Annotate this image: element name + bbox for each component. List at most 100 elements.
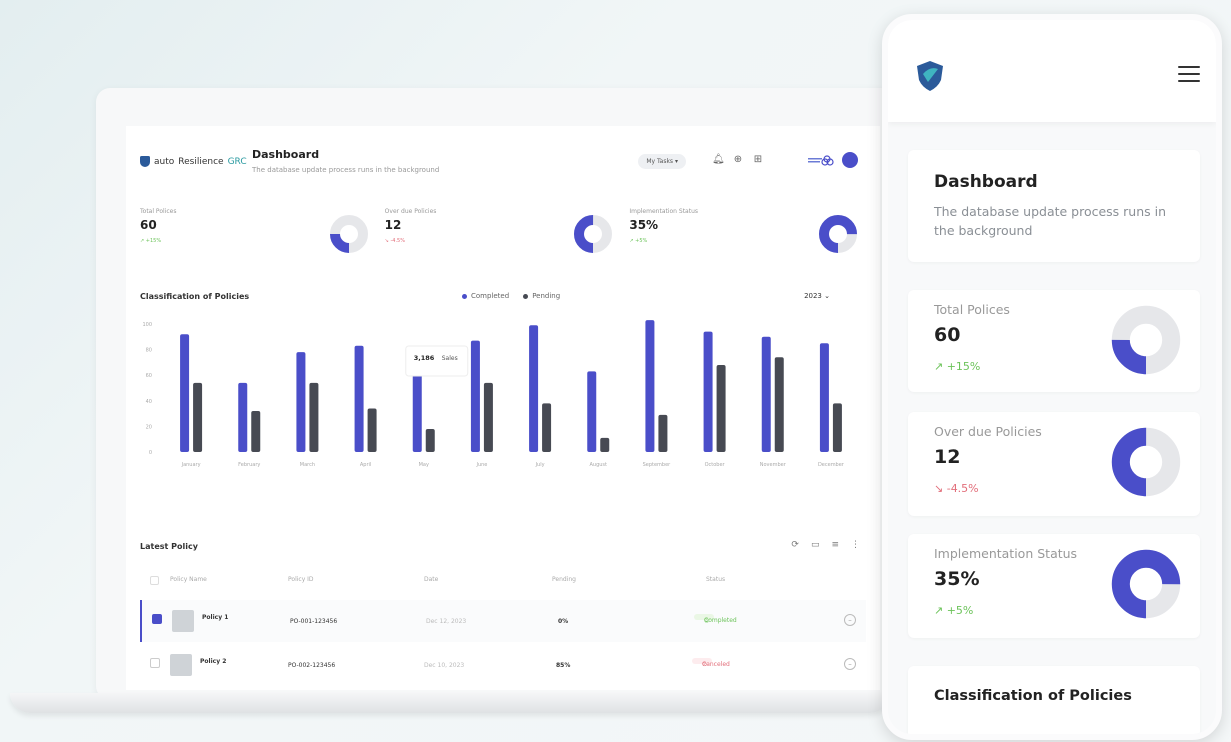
col-pending[interactable]: Pending (552, 576, 576, 583)
mobile-stat-implementation-status[interactable]: Implementation Status 35% ↗ +5% (908, 534, 1200, 638)
more-options-icon[interactable]: – (844, 658, 856, 670)
legend-label: Completed (471, 292, 510, 300)
hamburger-menu-icon[interactable] (1178, 66, 1200, 87)
globe-icon[interactable]: ⊕ (732, 154, 744, 166)
bar-completed[interactable] (296, 352, 306, 452)
col-policy-name[interactable]: Policy Name (170, 576, 207, 583)
bar-pending[interactable] (600, 437, 610, 452)
filter-icon[interactable]: ≡ (831, 540, 839, 550)
bar-pending[interactable] (832, 403, 842, 452)
y-tick-label: 80 (146, 348, 152, 354)
bar-completed[interactable] (354, 345, 364, 452)
bar-completed[interactable] (645, 320, 655, 452)
bar-completed[interactable] (470, 340, 480, 452)
grid-icon[interactable]: ⊞ (752, 154, 764, 166)
col-date[interactable]: Date (424, 576, 438, 583)
stat-value: 12 (934, 446, 961, 468)
policy-date: Dec 10, 2023 (424, 662, 465, 669)
bar-pending[interactable] (774, 357, 784, 452)
legend-pending[interactable]: Pending (523, 292, 560, 300)
bar-completed[interactable] (180, 334, 190, 452)
policy-thumbnail (172, 610, 194, 632)
avatar[interactable] (842, 152, 858, 168)
bar-completed[interactable] (238, 382, 248, 452)
bar-pending[interactable] (251, 411, 261, 452)
col-policy-id[interactable]: Policy ID (288, 576, 314, 583)
col-status[interactable]: Status (706, 576, 725, 583)
tooltip-unit: Sales (442, 355, 458, 362)
donut-chart (819, 215, 858, 253)
donut-chart (329, 215, 368, 253)
my-tasks-button[interactable]: My Tasks ▾ (638, 154, 686, 169)
more-vertical-icon[interactable]: ⋮ (851, 540, 860, 550)
stat-change-value: -4.5% (390, 238, 405, 244)
trend-up-icon: ↗ (629, 238, 634, 244)
status-label: Completed (704, 617, 737, 624)
y-tick-label: 100 (142, 322, 152, 328)
bar-completed[interactable] (587, 371, 597, 452)
bar-pending[interactable] (542, 403, 552, 452)
x-tick-label: January (181, 462, 201, 468)
table-header: Policy Name Policy ID Date Pending Statu… (140, 576, 866, 590)
row-checkbox[interactable] (152, 614, 162, 624)
bar-completed[interactable] (819, 343, 829, 452)
x-tick-label: December (818, 462, 845, 468)
bar-completed[interactable] (412, 372, 422, 452)
bar-pending[interactable] (193, 382, 203, 452)
legend-dot (462, 293, 467, 299)
bell-icon[interactable]: 🔔︎ (712, 154, 725, 166)
table-title: Latest Policy (140, 542, 198, 551)
donut-chart (1111, 305, 1181, 375)
mobile-stat-total-policies[interactable]: Total Polices 60 ↗ +15% (908, 290, 1200, 392)
policy-date: Dec 12, 2023 (426, 618, 467, 625)
select-all-checkbox[interactable] (150, 576, 159, 585)
mobile-header (888, 20, 1216, 122)
donut-chart (1111, 427, 1181, 497)
mobile-section-title: Classification of Policies (934, 688, 1132, 704)
bar-pending[interactable] (367, 408, 377, 452)
stat-change: ↘ -4.5% (934, 482, 979, 495)
legend-completed[interactable]: Completed (462, 292, 509, 300)
stat-implementation-status[interactable]: Implementation Status 35% ↗ +5% (629, 208, 866, 270)
brand-logo[interactable]: auto Resilience GRC (140, 156, 247, 167)
row-checkbox[interactable] (150, 658, 160, 668)
policy-pending: 85% (556, 662, 571, 669)
year-select[interactable]: 2023 ⌄ (804, 292, 830, 300)
donut-chart (574, 215, 613, 253)
donut-chart (1111, 549, 1181, 619)
stat-change: ↗ +15% (934, 360, 980, 373)
mobile-title-card: Dashboard The database update process ru… (908, 150, 1200, 262)
bar-pending[interactable] (658, 414, 668, 452)
bar-chart: 100 80 60 40 20 0 January February March April May… (142, 320, 845, 468)
stat-overdue-policies[interactable]: Over due Policies 12 ↘ -4.5% (385, 208, 622, 270)
shield-logo-icon[interactable] (916, 60, 944, 92)
trend-up-icon: ↗ (934, 360, 944, 373)
policy-thumbnail (170, 654, 192, 676)
more-options-icon[interactable]: – (844, 614, 856, 626)
bar-pending[interactable] (483, 382, 493, 452)
table-row[interactable]: Policy 2 PO-002-123456 Dec 10, 2023 85% … (140, 644, 866, 686)
bar-pending[interactable] (309, 382, 319, 452)
refresh-icon[interactable]: ⟳ (791, 540, 799, 550)
caret-down-icon: ▾ (674, 158, 678, 165)
stat-change-value: +15% (145, 238, 162, 244)
policy-name: Policy 2 (200, 658, 227, 665)
stat-label: Over due Policies (934, 424, 1042, 439)
bar-pending[interactable] (716, 364, 726, 452)
table-row[interactable]: Policy 1 PO-001-123456 Dec 12, 2023 0% ◎… (140, 600, 866, 642)
calendar-icon[interactable]: ▭ (811, 540, 820, 550)
brand-suffix: GRC (227, 156, 247, 167)
bar-completed[interactable] (703, 331, 713, 452)
mobile-page-subtitle: The database update process runs in the … (934, 204, 1167, 238)
x-tick-label: March (300, 462, 315, 468)
bar-completed[interactable] (529, 325, 539, 452)
stat-total-policies[interactable]: Total Polices 60 ↗ +15% (140, 208, 377, 270)
bar-completed[interactable] (761, 336, 771, 452)
bar-pending[interactable] (425, 428, 435, 452)
legend-dot (523, 293, 529, 299)
mobile-stat-overdue-policies[interactable]: Over due Policies 12 ↘ -4.5% (908, 412, 1200, 516)
mobile-classification-card: Classification of Policies (908, 666, 1200, 734)
tooltip-value: 3,186 (414, 354, 435, 362)
stat-label: Implementation Status (934, 546, 1078, 561)
brand-prefix: auto (154, 156, 175, 167)
